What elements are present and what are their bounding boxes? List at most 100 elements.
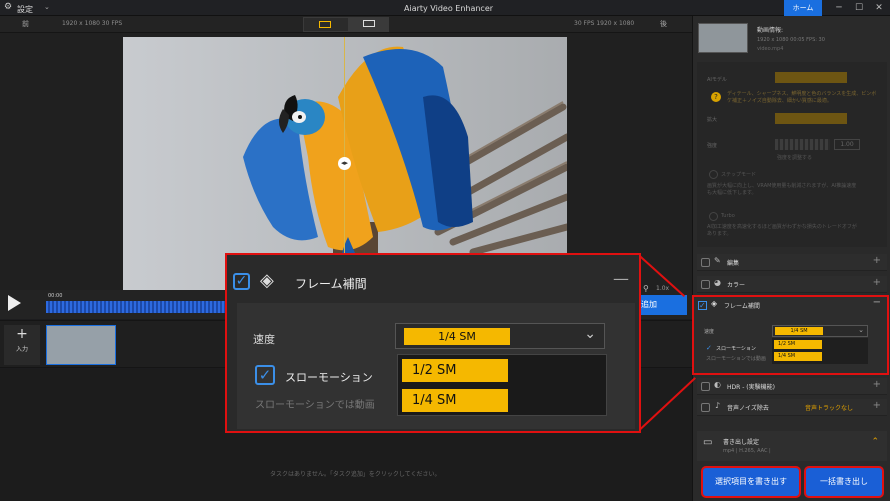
video-info-line2: video.mp4 xyxy=(757,46,784,52)
settings-label[interactable]: 設定 xyxy=(17,4,33,15)
section-hdr[interactable]: ◐ HDR - (実験機能) + xyxy=(697,378,887,395)
chevron-up-icon[interactable]: ⌃ xyxy=(871,437,879,447)
video-info-line1: 1920 x 1080 00:05 FPS: 30 xyxy=(757,37,825,43)
turbo-label: Turbo xyxy=(721,213,735,219)
export-format: mp4 | H.265, AAC | xyxy=(723,448,771,454)
search-icon[interactable]: ⚲ xyxy=(643,284,649,293)
export-all-label: 一括書き出し xyxy=(820,477,868,486)
frame-interp-icon: ◈ xyxy=(711,299,718,308)
before-info: 1920 x 1080 30 FPS xyxy=(62,20,123,27)
clip-thumbnail[interactable] xyxy=(46,325,116,365)
option-half-small[interactable]: 1/2 SM xyxy=(774,340,822,349)
frame-interp-icon: ◈ xyxy=(260,270,274,291)
export-all-button[interactable]: 一括書き出し xyxy=(804,466,884,498)
hdr-checkbox[interactable] xyxy=(701,382,710,391)
strength-slider[interactable] xyxy=(775,139,830,150)
palette-icon: ◕ xyxy=(714,278,721,287)
timeline-track[interactable] xyxy=(46,301,226,313)
slow-motion-checkbox[interactable]: ✓ xyxy=(255,365,275,385)
export-selected-label: 選択項目を書き出す xyxy=(715,477,787,486)
frame-interp-callout: ✓ ◈ フレーム補間 — 速度 1/4 SM ⌄ 1/2 SM 1/4 SM ✓… xyxy=(225,253,641,433)
turbo-desc: AI加工速度を高速化するほど画質がわずかな損失のトレードオフがあります。 xyxy=(707,224,857,237)
input-button[interactable]: + 入力 xyxy=(4,325,40,365)
callout-inner: 速度 1/4 SM ⌄ 1/2 SM 1/4 SM ✓ スローモーション スロー… xyxy=(237,303,635,429)
hdr-label: HDR - (実験機能) xyxy=(727,384,775,391)
slow-motion-note-small: スローモーションでは動画 xyxy=(706,356,766,362)
home-button[interactable]: ホーム xyxy=(784,0,822,16)
strength-hint: 強度を調整する xyxy=(777,155,813,161)
frame-interp-checkbox[interactable]: ✓ xyxy=(698,301,707,310)
ai-model-desc: ディテール、シャープネス、鮮明度と色のバランスを生成、ピンボケ補正＋ノイズ自動除… xyxy=(727,91,877,104)
scale-label: 拡大 xyxy=(707,117,718,123)
video-thumbnail xyxy=(698,23,748,53)
plus-icon: + xyxy=(16,326,28,342)
collapse-icon[interactable]: — xyxy=(613,269,629,288)
slow-motion-label: スローモーション xyxy=(285,371,373,384)
denoise-value: 音声トラックなし xyxy=(805,405,854,412)
edit-checkbox[interactable] xyxy=(701,258,710,267)
section-color[interactable]: ◕ カラー + xyxy=(697,276,887,293)
side-by-side-toggle[interactable] xyxy=(349,17,389,32)
section-denoise[interactable]: ♪ 音声ノイズ除去 音声トラックなし + xyxy=(697,399,887,416)
denoise-label: 音声ノイズ除去 xyxy=(727,405,769,412)
color-checkbox[interactable] xyxy=(701,280,710,289)
scale-select[interactable] xyxy=(775,113,847,124)
zoom-level: 1.0x xyxy=(656,285,670,292)
ai-model-select[interactable] xyxy=(775,72,847,83)
play-button[interactable] xyxy=(8,295,21,311)
turbo-checkbox[interactable] xyxy=(709,212,718,221)
option-half[interactable]: 1/2 SM xyxy=(402,359,508,382)
after-label: 後 xyxy=(660,20,667,28)
close-button[interactable]: ✕ xyxy=(866,0,890,16)
video-info-heading: 動画情報: xyxy=(757,27,784,34)
edit-label: 編集 xyxy=(727,260,740,267)
option-quarter[interactable]: 1/4 SM xyxy=(402,389,508,412)
help-icon[interactable]: ? xyxy=(711,92,721,102)
add-task-button[interactable]: 追加 xyxy=(637,295,687,315)
empty-task-message: タスクはありません。「タスク追加」をクリックしてください。 xyxy=(270,471,441,478)
title-bar: ⚙ 設定 ⌄ Aiarty Video Enhancer ホーム ─ ☐ ✕ xyxy=(0,0,890,16)
section-edit[interactable]: ✎ 編集 + xyxy=(697,254,887,271)
input-label: 入力 xyxy=(15,346,28,353)
microphone-icon: ♪ xyxy=(715,401,721,410)
export-settings[interactable]: ▭ 書き出し設定 mp4 | H.265, AAC | ⌃ xyxy=(697,431,887,461)
export-selected-button[interactable]: 選択項目を書き出す xyxy=(701,466,801,498)
collapse-frame-interp-icon[interactable]: − xyxy=(873,297,881,308)
strength-value[interactable]: 1.00 xyxy=(834,139,860,150)
callout-checkbox[interactable]: ✓ xyxy=(233,273,250,290)
timecode: 00:00 xyxy=(48,293,63,299)
speed-value: 1/4 SM xyxy=(404,328,510,345)
chevron-down-icon: ⌄ xyxy=(858,326,864,334)
speed-label-small: 速度 xyxy=(704,329,715,335)
step-mode-checkbox[interactable] xyxy=(709,170,718,179)
after-info: 30 FPS 1920 x 1080 xyxy=(574,20,635,27)
expand-edit-icon[interactable]: + xyxy=(873,255,881,266)
expand-color-icon[interactable]: + xyxy=(873,277,881,288)
edit-icon: ✎ xyxy=(714,256,721,265)
split-view-icon xyxy=(319,21,331,28)
step-mode-desc: 画質が大幅に向上し、VRAM使用量も削減されますが、AI推論速度も大幅に低下しま… xyxy=(707,183,857,196)
app-title: Aiarty Video Enhancer xyxy=(404,4,494,13)
frame-interp-label: フレーム補間 xyxy=(724,303,760,310)
before-label: 前 xyxy=(22,20,29,28)
hdr-icon: ◐ xyxy=(714,380,721,389)
side-by-side-icon xyxy=(363,20,375,27)
speed-select-small[interactable]: 1/4 SM ⌄ xyxy=(772,325,868,337)
option-quarter-small[interactable]: 1/4 SM xyxy=(774,352,822,361)
speed-options-small: 1/2 SM 1/4 SM xyxy=(772,338,868,364)
gear-icon[interactable]: ⚙ xyxy=(4,2,12,12)
denoise-checkbox[interactable] xyxy=(701,403,710,412)
add-task-label: 追加 xyxy=(641,300,657,309)
strength-value-text: 1.00 xyxy=(840,141,854,148)
split-handle[interactable]: ◂▸ xyxy=(338,157,351,170)
expand-denoise-icon[interactable]: + xyxy=(873,400,881,411)
ai-settings-panel: AIモデル ? ディテール、シャープネス、鮮明度と色のバランスを生成、ピンボケ補… xyxy=(697,62,887,247)
split-view-toggle[interactable] xyxy=(303,17,349,32)
chevron-down-icon[interactable]: ⌄ xyxy=(44,3,50,11)
speed-select[interactable]: 1/4 SM ⌄ xyxy=(395,323,605,349)
expand-hdr-icon[interactable]: + xyxy=(873,379,881,390)
home-label: ホーム xyxy=(792,4,814,12)
speed-value-small: 1/4 SM xyxy=(775,327,823,335)
slow-motion-check-small[interactable]: ✓ xyxy=(706,344,712,352)
video-preview: ◂▸ xyxy=(0,33,692,290)
